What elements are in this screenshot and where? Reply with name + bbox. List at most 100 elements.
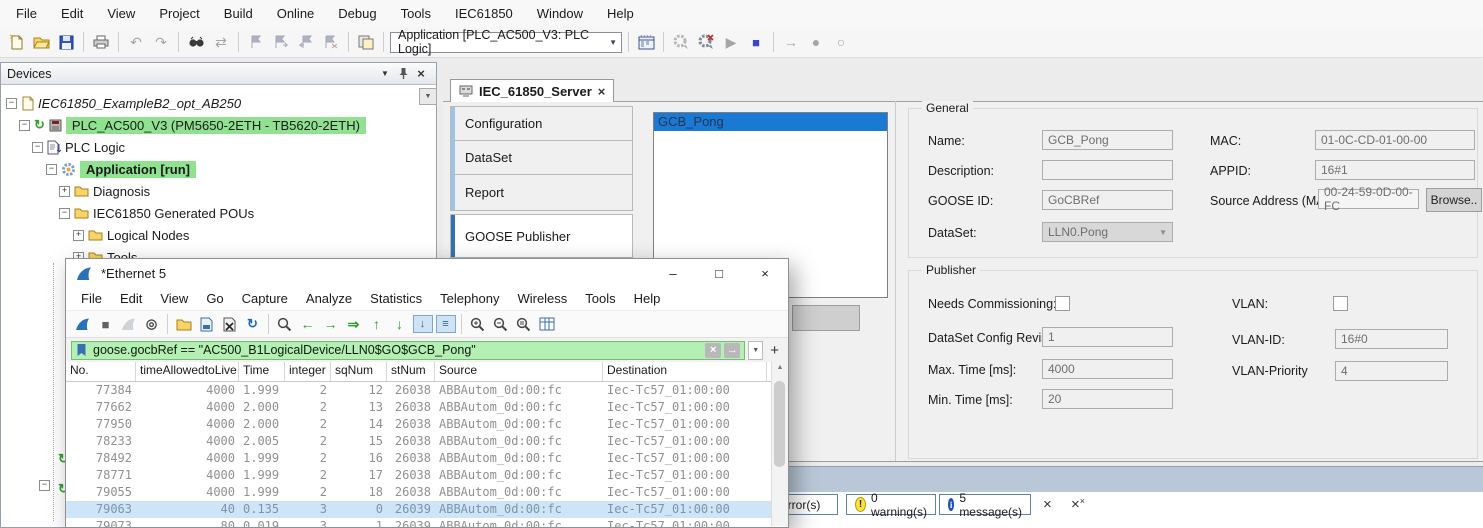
list-item-selected[interactable]: GCB_Pong bbox=[654, 113, 887, 131]
menu-build[interactable]: Build bbox=[212, 0, 265, 27]
column-header-no-[interactable]: No. bbox=[66, 362, 136, 381]
clipboard-icon[interactable] bbox=[355, 31, 377, 53]
ws-menu-wireless[interactable]: Wireless bbox=[508, 291, 576, 306]
start-icon[interactable]: ▶ bbox=[720, 31, 742, 53]
menu-help[interactable]: Help bbox=[595, 0, 646, 27]
expand-icon[interactable]: + bbox=[73, 230, 84, 241]
close-button[interactable]: × bbox=[742, 259, 788, 287]
collapse-icon[interactable]: − bbox=[59, 208, 70, 219]
tree-item-plc-logic[interactable]: − PLC Logic bbox=[32, 137, 125, 157]
column-header-sqnum[interactable]: sqNum bbox=[331, 362, 387, 381]
ws-menu-help[interactable]: Help bbox=[625, 291, 670, 306]
browse-button[interactable]: Browse.. bbox=[1426, 188, 1482, 212]
packet-row[interactable]: 7738440001.99921226038ABBAutom_0d:00:fcI… bbox=[66, 382, 788, 399]
ws-menu-telephony[interactable]: Telephony bbox=[431, 291, 508, 306]
forward-icon[interactable]: → bbox=[320, 314, 341, 334]
packet-row[interactable]: 7849240001.99921626038ABBAutom_0d:00:fcI… bbox=[66, 450, 788, 467]
build-icon[interactable] bbox=[635, 31, 657, 53]
autoscroll-icon[interactable]: ↓ bbox=[412, 314, 433, 334]
clear-filter-icon[interactable]: × bbox=[705, 343, 721, 358]
packet-row[interactable]: 7766240002.00021326038ABBAutom_0d:00:fcI… bbox=[66, 399, 788, 416]
menu-edit[interactable]: Edit bbox=[49, 0, 95, 27]
resize-columns-icon[interactable] bbox=[536, 314, 557, 334]
reload-icon[interactable]: ↻ bbox=[242, 314, 263, 334]
ws-menu-view[interactable]: View bbox=[151, 291, 197, 306]
expand-icon[interactable]: + bbox=[59, 186, 70, 197]
ws-menu-file[interactable]: File bbox=[72, 291, 111, 306]
zoom-reset-icon[interactable] bbox=[513, 314, 534, 334]
ws-menu-tools[interactable]: Tools bbox=[576, 291, 624, 306]
mac-field[interactable]: 01-0C-CD-01-00-00 bbox=[1315, 130, 1475, 150]
tree-item-plc[interactable]: − ↻ PLC_AC500_V3 (PM5650-2ETH - TB5620-2… bbox=[19, 115, 366, 135]
clear-messages-icon[interactable]: × bbox=[1043, 496, 1052, 513]
nav-item-configuration[interactable]: Configuration bbox=[450, 106, 633, 141]
menu-iec61850[interactable]: IEC61850 bbox=[443, 0, 525, 27]
tree-item-logical-nodes[interactable]: + Logical Nodes bbox=[73, 225, 189, 245]
collapse-icon[interactable]: − bbox=[46, 164, 57, 175]
bookmark-prev-icon[interactable] bbox=[295, 31, 317, 53]
ws-menu-capture[interactable]: Capture bbox=[233, 291, 297, 306]
new-file-icon[interactable] bbox=[5, 31, 27, 53]
goose-id-field[interactable]: GoCBRef bbox=[1042, 190, 1173, 210]
start-capture-icon[interactable] bbox=[72, 314, 93, 334]
partially-hidden-button[interactable] bbox=[792, 305, 860, 331]
open-project-icon[interactable] bbox=[30, 31, 52, 53]
colorize-icon[interactable]: ≡ bbox=[435, 314, 456, 334]
minimize-button[interactable]: – bbox=[650, 259, 696, 287]
clear-all-messages-icon[interactable]: ×× bbox=[1071, 496, 1085, 513]
open-capture-icon[interactable] bbox=[173, 314, 194, 334]
collapse-icon[interactable]: − bbox=[39, 480, 50, 491]
vlan-priority-field[interactable]: 4 bbox=[1335, 361, 1448, 381]
breakpoint-icon[interactable]: ● bbox=[805, 31, 827, 53]
redo-icon[interactable]: ↷ bbox=[150, 31, 172, 53]
max-time-field[interactable]: 4000 bbox=[1042, 359, 1173, 379]
description-field[interactable] bbox=[1042, 160, 1173, 180]
tab-iec-61850-server[interactable]: IEC_61850_Server × bbox=[450, 79, 614, 102]
collapse-icon[interactable]: − bbox=[32, 142, 43, 153]
undo-icon[interactable]: ↶ bbox=[125, 31, 147, 53]
messages-filter-button[interactable]: i 5 message(s) bbox=[939, 494, 1031, 515]
ws-menu-go[interactable]: Go bbox=[197, 291, 232, 306]
nav-item-report[interactable]: Report bbox=[450, 174, 633, 211]
dataset-config-revision-field[interactable]: 1 bbox=[1042, 327, 1173, 347]
close-icon[interactable]: × bbox=[412, 66, 430, 82]
collapse-icon[interactable]: − bbox=[19, 120, 30, 131]
tree-item-project[interactable]: − IEC61850_ExampleB2_opt_AB250 bbox=[6, 93, 241, 113]
last-packet-icon[interactable]: ↓ bbox=[389, 314, 410, 334]
menu-tools[interactable]: Tools bbox=[389, 0, 443, 27]
goto-packet-icon[interactable]: ⇒ bbox=[343, 314, 364, 334]
dataset-dropdown[interactable]: LLN0.Pong ▼ bbox=[1042, 222, 1173, 242]
save-icon[interactable] bbox=[55, 31, 77, 53]
tree-item-application[interactable]: − Application [run] bbox=[46, 159, 196, 179]
tree-item-iec61850-pous[interactable]: − IEC61850 Generated POUs bbox=[59, 203, 254, 223]
min-time-field[interactable]: 20 bbox=[1042, 389, 1173, 409]
back-icon[interactable]: ← bbox=[297, 314, 318, 334]
display-filter-input[interactable]: goose.gocbRef == "AC500_B1LogicalDevice/… bbox=[71, 341, 745, 360]
bookmark-next-icon[interactable] bbox=[270, 31, 292, 53]
nav-item-goose-publisher[interactable]: GOOSE Publisher bbox=[450, 214, 633, 258]
pin-icon[interactable] bbox=[394, 66, 412, 82]
tree-item-diagnosis[interactable]: + Diagnosis bbox=[59, 181, 150, 201]
wireshark-titlebar[interactable]: *Ethernet 5 – □ × bbox=[66, 259, 788, 287]
step-over-icon[interactable]: → bbox=[780, 31, 802, 53]
apply-filter-icon[interactable]: → bbox=[724, 343, 740, 358]
logout-icon[interactable] bbox=[695, 31, 717, 53]
first-packet-icon[interactable]: ↑ bbox=[366, 314, 387, 334]
menu-debug[interactable]: Debug bbox=[326, 0, 388, 27]
menu-project[interactable]: Project bbox=[147, 0, 211, 27]
ws-menu-edit[interactable]: Edit bbox=[111, 291, 151, 306]
packet-row[interactable]: 7795040002.00021426038ABBAutom_0d:00:fcI… bbox=[66, 416, 788, 433]
filter-history-dropdown[interactable]: ▼ bbox=[748, 341, 763, 360]
vlan-id-field[interactable]: 16#0 bbox=[1335, 329, 1448, 349]
packet-list-scrollbar[interactable]: ▲ bbox=[771, 361, 788, 526]
column-header-integer[interactable]: integer bbox=[285, 362, 331, 381]
stop-icon[interactable]: ■ bbox=[745, 31, 767, 53]
tree-scroll-dropdown[interactable]: ▼ bbox=[419, 88, 437, 105]
scrollbar-up-icon[interactable]: ▲ bbox=[772, 361, 788, 371]
login-icon[interactable] bbox=[670, 31, 692, 53]
tab-close-icon[interactable]: × bbox=[598, 84, 606, 99]
column-header-time[interactable]: Time bbox=[239, 362, 285, 381]
menu-online[interactable]: Online bbox=[265, 0, 327, 27]
bookmark-clear-icon[interactable] bbox=[320, 31, 342, 53]
packet-row[interactable]: 7877140001.99921726038ABBAutom_0d:00:fcI… bbox=[66, 467, 788, 484]
